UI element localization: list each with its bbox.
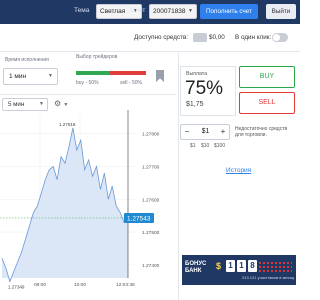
account-value: 200071838: [153, 8, 186, 15]
y-tick-label: 1.27500: [142, 230, 160, 236]
exit-button[interactable]: Выйти: [266, 4, 296, 19]
amount-stepper: − $1 +: [180, 124, 230, 140]
y-tick-label: 1.27400: [142, 263, 160, 269]
history-link[interactable]: История: [226, 167, 251, 174]
decrease-amount-button[interactable]: −: [182, 125, 192, 139]
chevron-down-icon: ▼: [188, 8, 193, 14]
expiry-label: Время исполнения: [5, 57, 49, 63]
available-funds-label: Доступно средств:: [134, 34, 189, 41]
traders-sell-percent: sell - 50%: [120, 80, 142, 86]
sell-button[interactable]: SELL: [239, 92, 295, 114]
expiry-value: 1 мин: [9, 73, 27, 80]
traders-label: Выбор трейдеров: [76, 54, 118, 60]
x-tick-label: 12:03:38: [116, 282, 135, 288]
chart-interval-select[interactable]: 5 мин ▼: [2, 98, 48, 111]
y-tick-label: 1.27700: [142, 164, 160, 170]
funds-bar: Доступно средств: $0,00 В один клик:: [0, 24, 300, 52]
account-label: Счет: [131, 7, 146, 14]
traders-buy-percent: buy - 50%: [76, 80, 99, 86]
theme-label: Тема: [74, 7, 90, 14]
traders-buy-bar: [76, 71, 110, 75]
chevron-down-icon: ▼: [39, 101, 44, 107]
y-tick-label: 1.27800: [142, 132, 160, 138]
low-price-label: 1.27349: [8, 285, 25, 290]
quick-amount-100[interactable]: $100: [214, 143, 225, 149]
deposit-button[interactable]: Пополнить счет: [200, 4, 258, 19]
one-click-label: В один клик:: [235, 34, 272, 41]
expiry-select[interactable]: 1 мин ▼: [3, 68, 58, 85]
payout-label: Выплата: [186, 71, 207, 77]
amount-input[interactable]: $1: [192, 125, 219, 139]
banner-caption: 213 121 участников в месяц: [242, 275, 295, 280]
traders-sell-bar: [110, 71, 146, 75]
dollar-icon: $: [216, 261, 222, 271]
available-funds-amount: $0,00: [209, 34, 225, 41]
banner-digit: 8: [248, 260, 257, 272]
theme-value: Светлая: [100, 8, 126, 15]
chart-settings-icon[interactable]: ⚙ ▼: [54, 99, 74, 111]
high-price-label: 1.27818: [59, 122, 76, 127]
buy-button[interactable]: BUY: [239, 66, 295, 88]
bonus-bank-banner[interactable]: БОНУС БАНК $ 1 1 8 213 121 участников в …: [182, 255, 296, 285]
funds-badge: [193, 33, 207, 42]
banner-digit: 1: [226, 260, 235, 272]
top-bar: Тема Светлая ▼ Счет 200071838 ▼ Пополнит…: [0, 0, 300, 24]
price-area: [2, 127, 128, 282]
payout-percent: 75%: [185, 78, 224, 99]
chevron-down-icon: ▼: [48, 73, 53, 79]
price-chart[interactable]: 1.27800 1.27700 1.27600 1.27500 1.27400 1.278…: [0, 96, 176, 292]
banner-digit: 1: [237, 260, 246, 272]
banner-title: БОНУС БАНК: [185, 261, 206, 275]
banner-dots-decoration: [258, 261, 292, 273]
x-tick-label: 08:00: [34, 282, 46, 288]
payout-amount: $1,75: [186, 101, 204, 108]
chart-svg: 1.27800 1.27700 1.27600 1.27500 1.27400 1.278…: [0, 110, 160, 290]
payout-box: Выплата 75% $1,75: [180, 66, 236, 116]
current-price-label: 1.27543: [127, 215, 151, 222]
x-tick-label: 10:00: [74, 282, 86, 288]
insufficient-funds-warning: Недостаточно средств для торговли.: [235, 126, 288, 138]
quick-amount-1[interactable]: $1: [190, 143, 196, 149]
banner-title-line1: БОНУС: [185, 261, 207, 267]
one-click-toggle[interactable]: [272, 33, 288, 42]
banner-title-line2: БАНК: [185, 268, 202, 274]
account-select[interactable]: 200071838 ▼: [149, 4, 197, 19]
quick-amount-10[interactable]: $10: [201, 143, 209, 149]
chart-interval-value: 5 мин: [8, 101, 25, 108]
y-tick-label: 1.27600: [142, 197, 160, 203]
increase-amount-button[interactable]: +: [218, 125, 228, 139]
